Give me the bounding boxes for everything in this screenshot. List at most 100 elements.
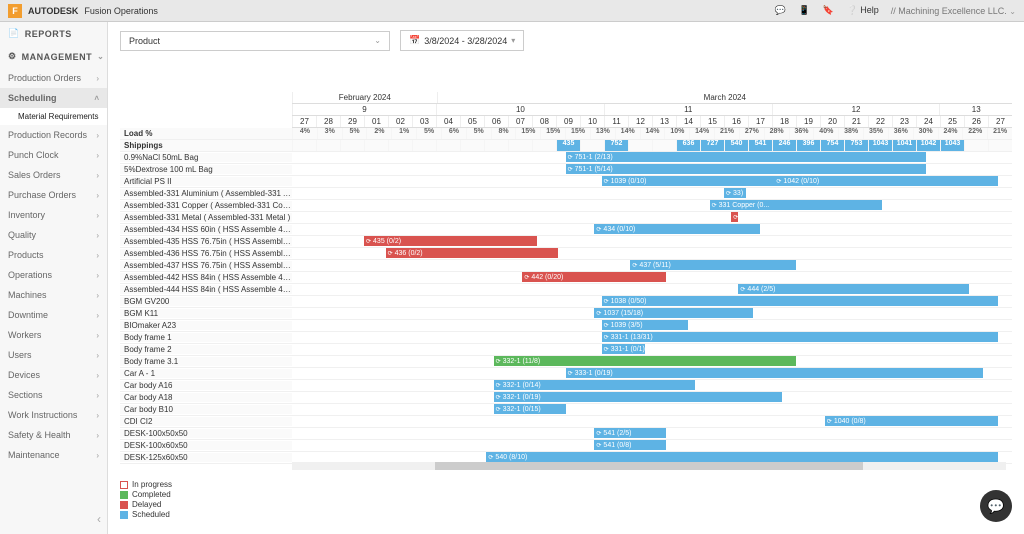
gantt-bar[interactable]: ⟳1039 (3/5) [602,320,688,330]
sidebar-item-sections[interactable]: Sections› [0,385,107,405]
gantt-bar[interactable]: ⟳540 (8/10) [486,452,997,462]
gantt-row: Body frame 1⟳331-1 (13/31) [120,332,1012,344]
gantt-bar[interactable]: ⟳541 (0/8) [594,440,666,450]
gantt-row: CDI CI2⟳1040 (0/8) [120,416,1012,428]
legend-scheduled: Scheduled [120,510,172,519]
gantt-bar[interactable]: ⟳437 (5/11) [630,260,796,270]
chat-widget[interactable]: 💬 [980,490,1012,522]
sidebar-item-production-records[interactable]: Production Records› [0,125,107,145]
date-range-picker[interactable]: 📅 3/8/2024 - 3/28/2024 ▾ [400,30,524,51]
row-label: Body frame 3.1 [120,357,292,366]
sidebar-item-machines[interactable]: Machines› [0,285,107,305]
gantt-row: Assembled-444 HSS 84in ( HSS Assemble 44… [120,284,1012,296]
gantt-bar[interactable]: ⟳442 (0/20) [522,272,666,282]
replay-icon: ⟳ [568,166,573,173]
gantt-bar[interactable]: ⟳751-1 (5/14) [566,164,926,174]
gantt-bar[interactable]: ⟳ [731,212,738,222]
collapse-icon[interactable]: ‹ [97,512,101,526]
gantt-bar[interactable]: ⟳444 (2/5) [738,284,968,294]
date-range-label: 3/8/2024 - 3/28/2024 [424,36,507,46]
gantt-bar[interactable]: ⟳332-1 (11/8) [494,356,796,366]
gantt-bar[interactable]: ⟳434 (0/10) [594,224,760,234]
sidebar-item-inventory[interactable]: Inventory› [0,205,107,225]
row-label: DESK-100x50x50 [120,429,292,438]
sidebar-item-quality[interactable]: Quality› [0,225,107,245]
replay-icon: ⟳ [740,286,745,293]
gantt-bar[interactable]: ⟳333-1 (0/19) [566,368,984,378]
gantt-bar[interactable]: ⟳1042 (0/10) [774,176,904,186]
gantt-row: DESK-100x60x50 ⟳541 (0/8) [120,440,1012,452]
mobile-icon[interactable]: 📱 [798,5,810,17]
replay-icon: ⟳ [496,394,501,401]
sidebar-item-maintenance[interactable]: Maintenance› [0,445,107,465]
legend-inprogress: In progress [120,480,172,489]
row-label: Assembled-331 Metal ( Assembled-331 Meta… [120,213,292,222]
gantt-bar[interactable]: ⟳331-1 (13/31) [602,332,998,342]
sidebar-item-scheduling[interactable]: Scheduling˄ [0,88,107,108]
gantt-row: Assembled-331 Aluminium ( Assembled-331 … [120,188,1012,200]
sidebar-item-workers[interactable]: Workers› [0,325,107,345]
gantt-bar[interactable]: ⟳1040 (0/8) [825,416,998,426]
sidebar-item-devices[interactable]: Devices› [0,365,107,385]
product-name: Fusion Operations [84,6,158,16]
help-link[interactable]: ❔ Help [846,5,878,16]
replay-icon: ⟳ [604,178,609,185]
gantt-bar[interactable]: ⟳331 Copper (0... [710,200,883,210]
bookmark-icon[interactable]: 🔖 [822,5,834,17]
horizontal-scrollbar[interactable] [292,462,1006,470]
management-icon: ⚙ [8,51,17,62]
sidebar-item-production-orders[interactable]: Production Orders› [0,68,107,88]
replay-icon: ⟳ [604,346,609,353]
calendar-months: February 2024March 2024 [292,92,1012,104]
gantt-row: Car body A16⟳332-1 (0/14) [120,380,1012,392]
gantt-row: Car body B10⟳332-1 (0/15) [120,404,1012,416]
sidebar-item-punch-clock[interactable]: Punch Clock› [0,145,107,165]
replay-icon: ⟳ [596,226,601,233]
gantt-row: BGM K11⟳1037 (15/18) [120,308,1012,320]
product-select[interactable]: Product ⌄ [120,31,390,51]
replay-icon: ⟳ [568,370,573,377]
sidebar-item-safety-&-health[interactable]: Safety & Health› [0,425,107,445]
gantt-bar[interactable]: ⟳332-1 (0/19) [494,392,782,402]
row-label: Assembled-436 HSS 76.75in ( HSS Assemble… [120,249,292,258]
replay-icon: ⟳ [712,202,717,209]
legend: In progress Completed Delayed Scheduled [120,480,172,520]
row-label: DESK-100x60x50 [120,441,292,450]
sidebar-item-purchase-orders[interactable]: Purchase Orders› [0,185,107,205]
scrollbar-thumb[interactable] [435,462,863,470]
gantt-bar[interactable]: ⟳1038 (0/50) [602,296,998,306]
gantt-bar[interactable]: ⟳331-1 (0/1) [602,344,645,354]
sidebar-item-operations[interactable]: Operations› [0,265,107,285]
replay-icon: ⟳ [596,442,601,449]
sidebar-head-reports[interactable]: 📄REPORTS [0,22,107,45]
gantt-bar[interactable]: ⟳435 (0/2) [364,236,537,246]
calendar-weeks: 910111213 [292,104,1012,116]
gantt-row: DESK-100x50x50 ⟳541 (2/5) [120,428,1012,440]
sidebar-item-downtime[interactable]: Downtime› [0,305,107,325]
product-select-label: Product [129,36,160,46]
gantt-bar[interactable]: ⟳436 (0/2) [386,248,559,258]
sidebar-item-material-requirements[interactable]: Material Requirements [0,108,107,125]
gantt-row: Assembled-435 HSS 76.75in ( HSS Assemble… [120,236,1012,248]
replay-icon: ⟳ [568,154,573,161]
sidebar-item-users[interactable]: Users› [0,345,107,365]
replay-icon: ⟳ [733,214,738,221]
gantt-bar[interactable]: ⟳332-1 (0/15) [494,404,566,414]
gantt-bar[interactable]: ⟳33) [724,188,746,198]
gantt-chart: February 2024March 2024 910111213 272829… [120,92,1012,524]
sidebar-item-sales-orders[interactable]: Sales Orders› [0,165,107,185]
replay-icon: ⟳ [596,310,601,317]
gantt-bar[interactable]: ⟳1037 (15/18) [594,308,752,318]
sidebar-item-products[interactable]: Products› [0,245,107,265]
gantt-bar[interactable]: ⟳541 (2/5) [594,428,666,438]
row-label: Assembled-331 Copper ( Assembled-331 Cop… [120,201,292,210]
chevron-down-icon: ⌄ [1009,7,1016,16]
gantt-bar[interactable]: ⟳751-1 (2/13) [566,152,926,162]
gantt-bar[interactable]: ⟳332-1 (0/14) [494,380,696,390]
replay-icon: ⟳ [388,250,393,257]
row-label: Car body A18 [120,393,292,402]
sidebar-head-management[interactable]: ⚙MANAGEMENT⌄ [0,45,107,68]
user-company[interactable]: // Machining Excellence LLC. ⌄ [891,6,1016,16]
sidebar-item-work-instructions[interactable]: Work Instructions› [0,405,107,425]
chat-icon[interactable]: 💬 [774,5,786,17]
